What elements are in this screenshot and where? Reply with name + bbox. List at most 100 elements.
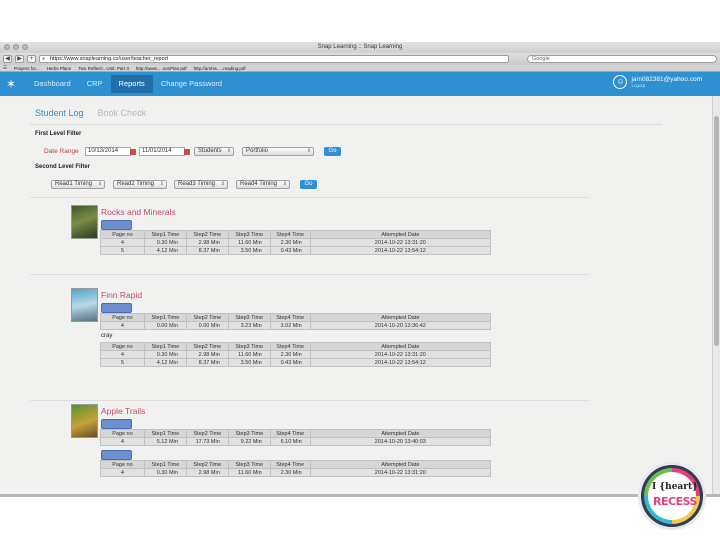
second-filter-go-button[interactable]: Go — [300, 180, 317, 189]
tab-student-log[interactable]: Student Log — [35, 108, 84, 118]
section-divider — [30, 400, 590, 401]
nav-dashboard[interactable]: Dashboard — [26, 75, 79, 93]
window-titlebar: Snap Learning :: Snap Learning — [0, 42, 720, 53]
i-heart-recess-watermark-logo: I {heart} RECESS — [638, 462, 706, 530]
window-controls[interactable] — [4, 44, 28, 50]
column-header: Page no — [100, 313, 145, 322]
select-arrows-icon: ⇕ — [220, 181, 225, 187]
cell-step3: 3.50 Min — [227, 358, 271, 367]
read4-timing-select[interactable]: Read4 Timing ⇕ — [236, 180, 290, 189]
expand-bar-button[interactable] — [101, 419, 132, 429]
browser-bottom-edge — [0, 494, 720, 497]
read3-value: Read3 Timing — [178, 181, 216, 187]
column-header: Step4 Time — [269, 313, 311, 322]
book-cover-image[interactable] — [71, 205, 98, 239]
back-button[interactable]: ◀ — [3, 55, 12, 63]
screen-top-margin — [0, 0, 720, 42]
calendar-icon[interactable] — [184, 149, 190, 155]
app-navbar: ✶ Dashboard CRP Reports Change Password … — [0, 72, 720, 96]
cell-step3: 9.22 Min — [227, 437, 271, 446]
calendar-icon[interactable] — [130, 149, 136, 155]
date-from-value: 10/13/2014 — [88, 148, 119, 154]
read2-timing-select[interactable]: Read2 Timing ⇕ — [113, 180, 167, 189]
column-header: Step2 Time — [185, 429, 229, 438]
column-header: Step1 Time — [143, 460, 187, 469]
bookmark-item[interactable]: http://www.....sonPlan.pdf — [136, 66, 187, 71]
bookmark-item[interactable]: http://amhis.....reading.pdf — [194, 66, 246, 71]
bookmark-item[interactable]: Herbs Place — [47, 66, 72, 71]
date-to-input[interactable]: 11/01/2014 — [139, 147, 190, 156]
url-bar[interactable]: ● https://www.snaplearning.co/user/teach… — [39, 55, 509, 63]
portfolio-select[interactable]: Portfolio ⇕ — [242, 147, 314, 156]
book-cover-image[interactable] — [71, 404, 98, 438]
cell-step1: 4.12 Min — [143, 246, 187, 255]
cell-step4: 2.30 Min — [269, 468, 311, 477]
cell-step1: 0.30 Min — [143, 238, 187, 247]
bookmarks-icon[interactable]: ☰ — [3, 65, 7, 71]
read4-value: Read4 Timing — [240, 181, 278, 187]
book-title[interactable]: Finn Rapid — [101, 290, 142, 300]
user-email: jam082381@yahoo.com — [631, 76, 702, 83]
url-text: https://www.snaplearning.co/user/teacher… — [50, 56, 169, 62]
cell-step1: 4.12 Min — [143, 358, 187, 367]
column-header: Step1 Time — [143, 230, 187, 239]
book-title[interactable]: Apple Trails — [101, 406, 145, 416]
cell-step4: 2.30 Min — [269, 350, 311, 359]
cell-step4: 6.10 Min — [269, 437, 311, 446]
students-select[interactable]: Students ⇕ — [194, 147, 234, 156]
column-header: Step3 Time — [227, 313, 271, 322]
first-filter-go-button[interactable]: Go — [324, 147, 341, 156]
cell-date: 2014-10-22 13:31:20 — [309, 350, 492, 359]
column-header: Step1 Time — [143, 429, 187, 438]
book-cover-image[interactable] — [71, 288, 98, 322]
select-arrows-icon: ⇕ — [282, 181, 287, 187]
user-menu[interactable]: ☺ jam082381@yahoo.com Logout — [613, 75, 702, 89]
scrollbar-thumb[interactable] — [714, 116, 719, 346]
cell-step1: 0.00 Min — [143, 321, 187, 330]
section-divider — [30, 274, 590, 275]
column-header: Page no — [100, 429, 145, 438]
nav-crp[interactable]: CRP — [79, 75, 111, 93]
student-log-table: Page no Step1 Time Step2 Time Step3 Time… — [100, 460, 492, 477]
second-filter-title: Second Level Filter — [35, 164, 91, 170]
read3-timing-select[interactable]: Read3 Timing ⇕ — [174, 180, 228, 189]
date-from-input[interactable]: 10/13/2014 — [85, 147, 136, 156]
nav-change-password[interactable]: Change Password — [153, 75, 230, 93]
table-row: 4 0.30 Min 2.98 Min 11.60 Min 2.30 Min 2… — [100, 238, 492, 247]
logout-link[interactable]: Logout — [631, 83, 702, 88]
bookmark-item[interactable]: Two Reflecti...Unit: Part 3 — [78, 66, 129, 71]
search-placeholder: Google — [532, 56, 550, 62]
tab-book-check[interactable]: Book Check — [98, 108, 147, 118]
portfolio-select-value: Portfolio — [246, 148, 269, 154]
column-header: Step2 Time — [185, 313, 229, 322]
table-row: 5 4.12 Min 8.37 Min 3.50 Min 0.43 Min 20… — [100, 358, 492, 367]
snap-logo-icon[interactable]: ✶ — [6, 76, 26, 92]
column-header: Step4 Time — [269, 460, 311, 469]
expand-bar-button[interactable] — [101, 220, 132, 230]
cell-step3: 3.23 Min — [227, 321, 271, 330]
column-header: Page no — [100, 342, 145, 351]
page-scrollbar[interactable] — [712, 96, 720, 494]
table-row: 5 4.12 Min 8.37 Min 3.50 Min 0.43 Min 20… — [100, 246, 492, 255]
expand-bar-button[interactable] — [101, 450, 132, 460]
cell-step2: 8.37 Min — [185, 246, 229, 255]
cell-date: 2014-10-22 13:54:12 — [309, 358, 492, 367]
cell-step1: 5.12 Min — [143, 437, 187, 446]
table-row: 4 0.30 Min 2.98 Min 11.60 Min 2.30 Min 2… — [100, 350, 492, 359]
cell-page: 5 — [100, 358, 145, 367]
add-bookmark-button[interactable]: + — [27, 55, 36, 63]
cell-step4: 3.02 Min — [269, 321, 311, 330]
search-bar[interactable]: Google — [527, 55, 717, 63]
read1-timing-select[interactable]: Read1 Timing ⇕ — [51, 180, 105, 189]
cell-page: 5 — [100, 246, 145, 255]
cell-page: 4 — [100, 238, 145, 247]
cell-date: 2014-10-22 13:31:20 — [309, 238, 492, 247]
student-log-table: Page no Step1 Time Step2 Time Step3 Time… — [100, 230, 492, 255]
forward-button[interactable]: ▶ — [15, 55, 24, 63]
expand-bar-button[interactable] — [101, 303, 132, 313]
book-title[interactable]: Rocks and Minerals — [101, 207, 176, 217]
bookmark-item[interactable]: Prayers for... — [14, 66, 40, 71]
cell-step3: 3.50 Min — [227, 246, 271, 255]
nav-reports[interactable]: Reports — [110, 75, 153, 93]
cell-step4: 2.30 Min — [269, 238, 311, 247]
